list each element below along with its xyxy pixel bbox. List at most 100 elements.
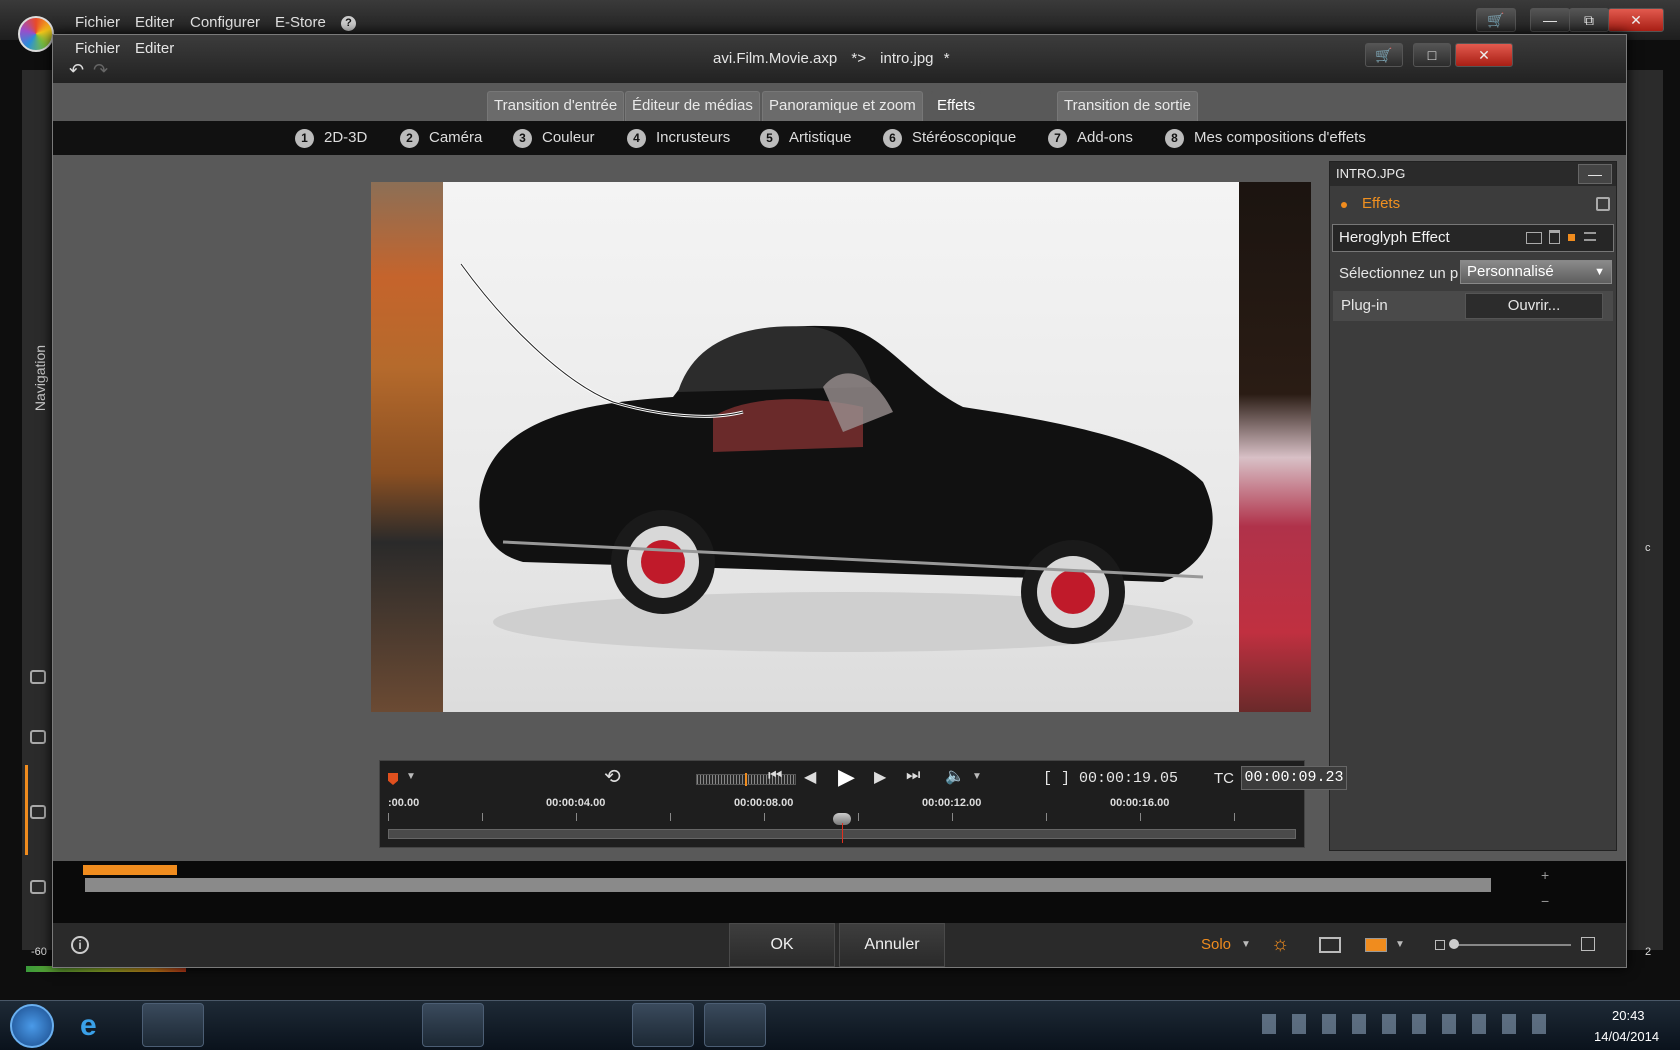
internet-explorer-icon[interactable]: e [80, 1009, 97, 1043]
pinnacle-taskbar-icon[interactable] [494, 1003, 556, 1047]
lock-icon[interactable] [30, 805, 46, 819]
dialog-menu-fichier[interactable]: Fichier [75, 40, 120, 57]
ruler-tick-label: :00.00 [388, 797, 420, 809]
navigation-label[interactable]: Navigation [32, 328, 48, 428]
explorer-taskbar-icon[interactable] [142, 1003, 204, 1047]
effects-list-header[interactable]: Effets [1330, 190, 1616, 218]
preset-select[interactable]: Personnalisé ▼ [1460, 260, 1612, 284]
solo-button[interactable]: Solo [1201, 936, 1231, 953]
paint-active-taskbar-icon[interactable] [704, 1003, 766, 1047]
help-icon[interactable]: ? [341, 16, 356, 31]
paint-taskbar-icon[interactable] [214, 1003, 276, 1047]
volume-icon[interactable]: 🔈 [945, 766, 965, 786]
category-label: Mes compositions d'effets [1194, 129, 1366, 146]
outer-minimize-button[interactable]: — [1530, 8, 1570, 32]
tab-effets[interactable]: Effets [930, 91, 983, 121]
effect-enabled-icon[interactable] [1568, 234, 1575, 241]
chrome-taskbar-icon[interactable] [422, 1003, 484, 1047]
outer-close-button[interactable]: ✕ [1608, 8, 1664, 32]
clock-time[interactable]: 20:43 [1612, 1008, 1645, 1023]
timecode-value: 00:00:09.23 [1244, 769, 1344, 786]
outer-cart-button[interactable]: 🛒 [1476, 8, 1516, 32]
ruler-tick-label: 00:00:12.00 [922, 797, 982, 809]
marker-icon[interactable] [388, 773, 398, 785]
category-2d-3d[interactable]: 1 2D-3D [295, 129, 367, 148]
drag-handle-icon[interactable] [1584, 232, 1596, 241]
category-mes-compositions[interactable]: 8 Mes compositions d'effets [1165, 129, 1366, 148]
notes-taskbar-icon[interactable] [280, 1003, 342, 1047]
play-icon[interactable]: ▶ [838, 764, 855, 790]
zoom-in-icon[interactable]: + [1541, 867, 1549, 883]
timecode-field[interactable]: 00:00:09.23 [1241, 766, 1347, 790]
ok-button[interactable]: OK [729, 923, 835, 967]
lock-icon[interactable] [30, 730, 46, 744]
menu-configurer[interactable]: Configurer [190, 14, 260, 31]
eye-app-taskbar-icon[interactable] [560, 1003, 622, 1047]
timeline-track[interactable] [85, 878, 1491, 892]
tab-editeur-medias[interactable]: Éditeur de médias [625, 91, 760, 121]
title-project: avi.Film.Movie.axp [713, 50, 838, 67]
menu-fichier[interactable]: Fichier [75, 14, 120, 31]
zoom-slider-thumb[interactable] [1449, 939, 1459, 949]
loop-icon[interactable]: ⟲ [604, 767, 621, 787]
save-icon[interactable] [1596, 197, 1610, 211]
external-preview-icon[interactable] [1319, 937, 1341, 953]
tab-panoramique-zoom[interactable]: Panoramique et zoom [762, 91, 923, 121]
previous-clip-image [371, 182, 443, 712]
dialog-close-button[interactable]: ✕ [1455, 43, 1513, 67]
zoom-max-icon[interactable] [1581, 937, 1595, 951]
tray-icons[interactable] [1262, 1014, 1562, 1034]
color-swatch[interactable] [1365, 938, 1387, 952]
zoom-slider[interactable] [1451, 944, 1571, 946]
category-incrusteurs[interactable]: 4 Incrusteurs [627, 129, 730, 148]
category-add-ons[interactable]: 7 Add-ons [1048, 129, 1133, 148]
category-couleur[interactable]: 3 Couleur [513, 129, 595, 148]
effect-settings-icon[interactable] [1526, 232, 1542, 244]
step-back-icon[interactable]: ◀ [804, 767, 816, 787]
media-player-taskbar-icon[interactable] [346, 1003, 408, 1047]
go-to-end-icon[interactable]: ⏭ [906, 767, 920, 785]
dialog-cart-button[interactable]: 🛒 [1365, 43, 1403, 67]
zoom-out-icon[interactable]: − [1541, 893, 1549, 909]
start-button[interactable] [10, 1004, 54, 1048]
zoom-min-icon[interactable] [1435, 940, 1445, 950]
info-icon[interactable]: i [71, 936, 89, 954]
category-number: 6 [883, 129, 902, 148]
category-number: 5 [760, 129, 779, 148]
cancel-button[interactable]: Annuler [839, 923, 945, 967]
dialog-maximize-button[interactable]: □ [1413, 43, 1451, 67]
mini-timeline[interactable]: + − [53, 861, 1626, 923]
undo-icon[interactable]: ↶ [69, 61, 84, 79]
dialog-title: avi.Film.Movie.axp *> intro.jpg * [713, 50, 950, 67]
lock-icon[interactable] [30, 670, 46, 684]
redo-icon[interactable]: ↷ [93, 61, 108, 79]
clock-date[interactable]: 14/04/2014 [1594, 1029, 1659, 1044]
timeline-clip-bar[interactable] [83, 865, 177, 875]
step-forward-icon[interactable]: ▶ [874, 767, 886, 787]
collapse-panel-button[interactable]: — [1578, 164, 1612, 184]
color-dropdown-icon[interactable]: ▼ [1395, 939, 1405, 950]
marker-dropdown-icon[interactable]: ▼ [406, 771, 416, 782]
side-readout-2: 2 [1645, 946, 1652, 958]
menu-estore[interactable]: E-Store [275, 14, 326, 31]
go-to-start-icon[interactable]: ⏮ [768, 767, 782, 785]
app-logo-icon[interactable] [18, 16, 54, 52]
category-camera[interactable]: 2 Caméra [400, 129, 482, 148]
solo-dropdown-icon[interactable]: ▼ [1241, 939, 1251, 950]
category-label: Artistique [789, 129, 852, 146]
pinnacle-active-taskbar-icon[interactable] [632, 1003, 694, 1047]
menu-editer[interactable]: Editer [135, 14, 174, 31]
category-stereoscopique[interactable]: 6 Stéréoscopique [883, 129, 1016, 148]
track-active-marker [25, 765, 28, 855]
lock-icon[interactable] [30, 880, 46, 894]
settings-gear-icon[interactable]: ☼ [1271, 933, 1289, 956]
category-artistique[interactable]: 5 Artistique [760, 129, 852, 148]
video-preview[interactable] [371, 182, 1311, 712]
delete-effect-icon[interactable] [1549, 230, 1560, 244]
tab-transition-sortie[interactable]: Transition de sortie [1057, 91, 1199, 121]
outer-restore-button[interactable]: ⧉ [1569, 8, 1609, 32]
volume-dropdown-icon[interactable]: ▼ [972, 771, 982, 782]
open-plugin-button[interactable]: Ouvrir... [1465, 293, 1603, 319]
dialog-menu-editer[interactable]: Editer [135, 40, 174, 57]
tab-transition-entree[interactable]: Transition d'entrée [487, 91, 625, 121]
